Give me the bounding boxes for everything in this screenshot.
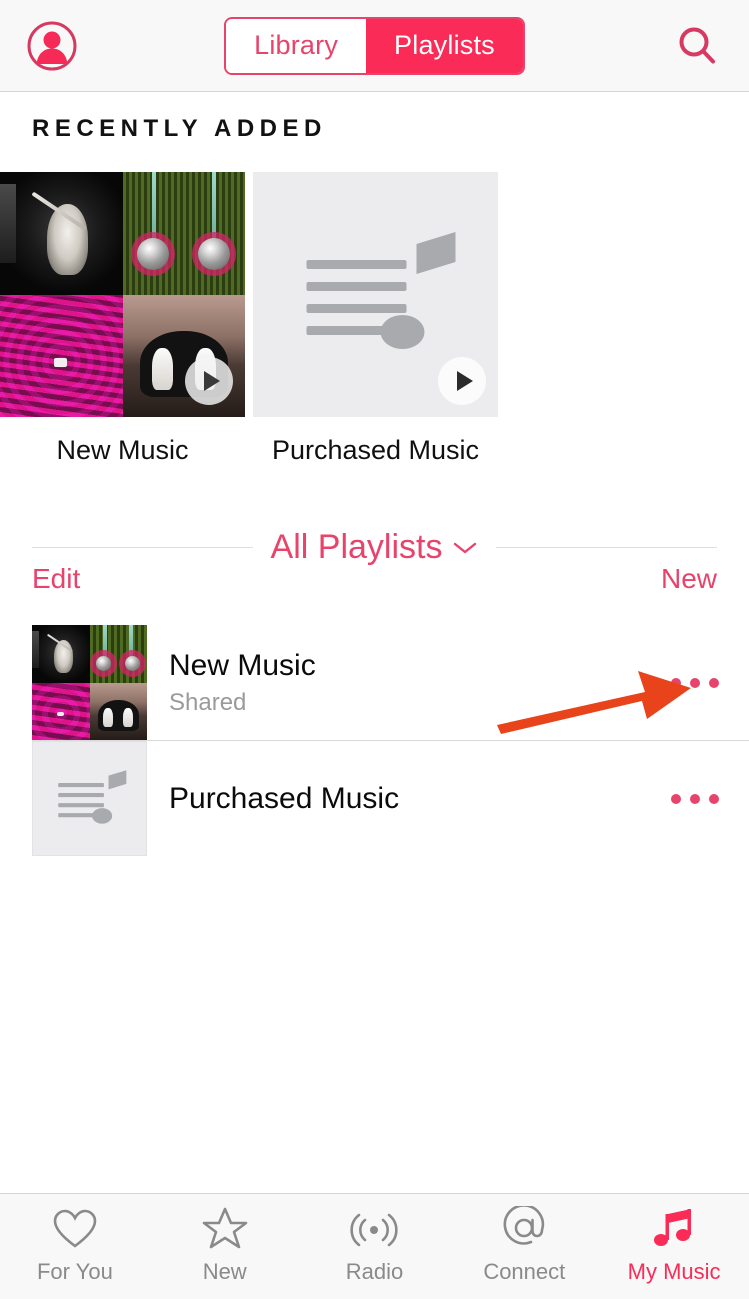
tab-for-you[interactable]: For You [0,1194,150,1299]
radio-waves-icon [347,1208,401,1250]
new-playlist-button[interactable]: New [661,563,717,595]
album-mosaic-small [32,625,147,740]
edit-button[interactable]: Edit [32,563,80,595]
music-app-screen: Library Playlists RECENTLY ADDED New Mus… [0,0,749,1299]
tile-artwork-placeholder[interactable] [253,172,498,417]
playlist-list: New Music Shared Purchased Music [0,625,749,856]
row-subtitle: Shared [169,688,247,716]
divider-left [32,547,253,548]
album-art-bw [0,172,123,295]
row-more-button[interactable] [671,677,719,688]
row-text-block: Purchased Music [169,782,399,816]
tab-label: New [202,1259,247,1284]
recently-added-heading: RECENTLY ADDED [32,115,327,142]
table-row[interactable]: New Music Shared [0,625,749,740]
tab-radio[interactable]: Radio [300,1194,450,1299]
row-title: New Music [169,648,316,682]
more-dots-icon [690,677,700,688]
music-note-placeholder-icon [306,231,455,349]
music-note-placeholder-icon [57,769,126,824]
more-dots-icon [671,677,681,688]
tile-label-new-music: New Music [56,435,189,465]
search-icon [679,27,715,63]
heart-icon [52,1208,98,1250]
music-notes-icon [651,1208,697,1250]
row-thumbnail-mosaic [32,625,147,740]
play-button-new-music[interactable] [185,357,233,405]
star-icon [202,1207,248,1250]
table-row[interactable]: Purchased Music [0,741,749,856]
album-art-dusk [89,682,147,740]
album-art-green [122,172,245,295]
more-dots-icon [709,677,719,688]
tile-label-purchased-music: Purchased Music [271,435,480,465]
tile-new-music[interactable]: New Music [0,172,245,466]
at-circle-icon [501,1206,547,1250]
segment-playlists[interactable]: Playlists [366,18,523,73]
segment-library[interactable]: Library [226,18,367,73]
chevron-down-icon [454,542,477,553]
row-more-button[interactable] [671,793,719,804]
tab-connect[interactable]: Connect [449,1194,599,1299]
all-playlists-label: All Playlists [270,528,443,566]
library-playlists-segmented-control[interactable]: Library Playlists [224,16,525,75]
all-playlists-header: All Playlists [0,528,749,567]
more-dots-icon [709,793,719,804]
all-playlists-filter-button[interactable]: All Playlists [271,528,479,567]
row-text-block: New Music Shared [169,649,316,717]
more-dots-icon [690,793,700,804]
bottom-tab-bar: For You New Radio Connect My Music [0,1193,749,1299]
tab-label: For You [36,1259,113,1284]
tab-my-music[interactable]: My Music [599,1194,749,1299]
play-button-purchased-music[interactable] [438,357,486,405]
row-title: Purchased Music [169,781,400,815]
more-dots-icon [671,793,681,804]
profile-button[interactable] [24,18,80,74]
tile-artwork-mosaic[interactable] [0,172,245,417]
top-navigation-bar: Library Playlists [0,0,749,92]
play-triangle-icon [456,371,473,391]
album-art-magenta [32,682,90,740]
search-button[interactable] [669,18,725,74]
album-art-green [89,625,147,683]
play-triangle-icon [203,371,220,391]
tab-label: My Music [627,1259,721,1284]
divider-right [496,547,717,548]
tab-new[interactable]: New [150,1194,300,1299]
tile-purchased-music[interactable]: Purchased Music [253,172,498,466]
album-art-magenta [0,294,123,417]
album-art-dusk [122,294,245,417]
tab-label: Connect [483,1259,566,1284]
playlists-action-row: Edit New [0,563,749,595]
person-circle-icon [27,21,77,70]
tab-label: Radio [345,1259,404,1284]
row-thumbnail-placeholder [32,741,147,856]
album-art-bw [32,625,90,683]
recently-added-tiles: New Music Purchased Music [0,172,498,466]
